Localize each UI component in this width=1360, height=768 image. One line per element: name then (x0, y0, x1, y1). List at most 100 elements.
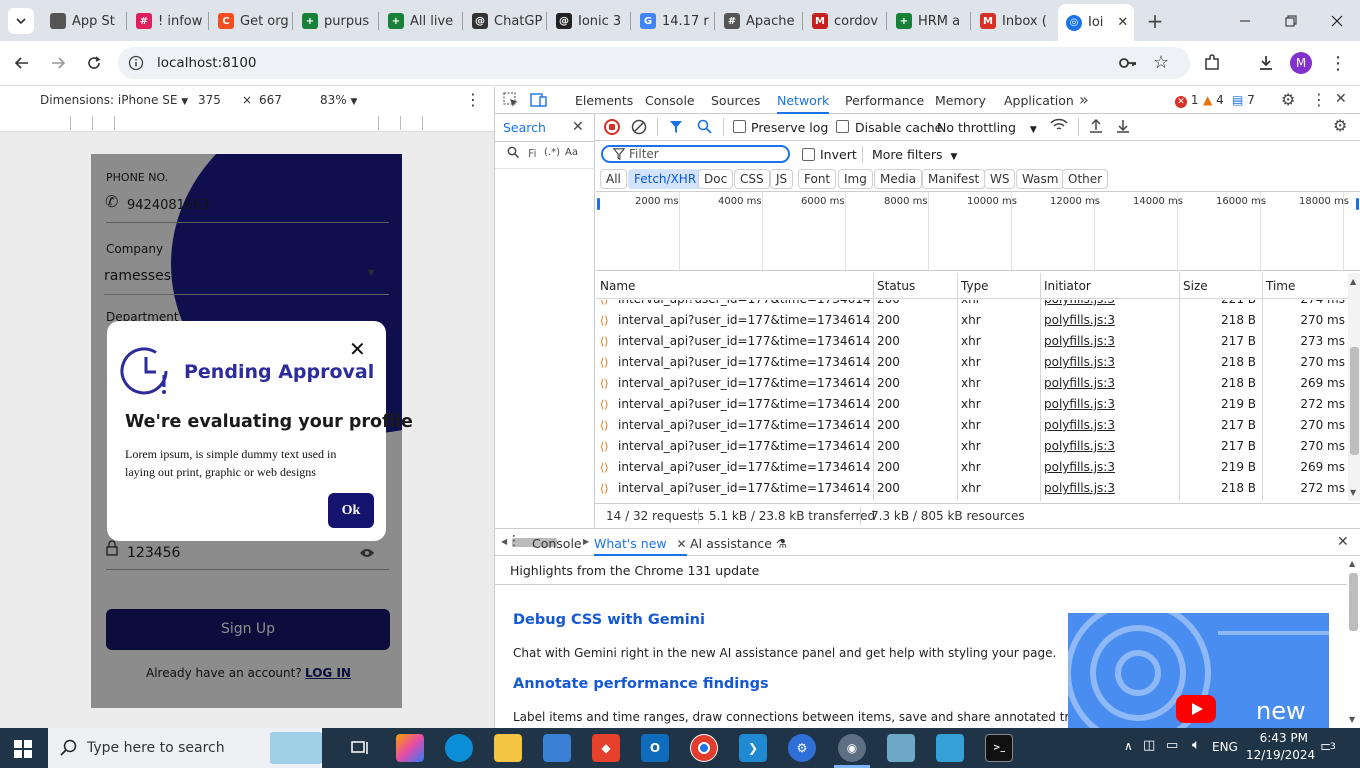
devtools-tab-memory[interactable]: Memory (935, 87, 986, 114)
extensions-button[interactable] (1198, 49, 1226, 77)
minimize-button[interactable] (1232, 8, 1258, 34)
match-case-toggle[interactable]: Aa (565, 147, 578, 158)
browser-tab[interactable]: # Apache (716, 6, 798, 36)
network-settings-gear-icon[interactable]: ⚙ (1333, 116, 1347, 135)
table-row[interactable]: ⟨⟩ interval_api?user_id=177&time=17346140… (596, 478, 1351, 499)
dialog-ok-button[interactable]: Ok (328, 493, 374, 528)
column-header-size[interactable]: Size (1183, 273, 1208, 299)
address-bar[interactable]: localhost:8100 ☆ (118, 47, 1190, 79)
cell-initiator[interactable]: polyfills.js:3 (1044, 373, 1115, 394)
remote-desktop-icon[interactable] (936, 734, 964, 762)
device-dimensions-select[interactable]: Dimensions: iPhone SE ▼ (40, 93, 188, 107)
table-row[interactable]: ⟨⟩ interval_api?user_id=177&time=17346140… (596, 415, 1351, 436)
column-header-status[interactable]: Status (877, 273, 915, 299)
table-row[interactable]: ⟨⟩ interval_api?user_id=177&time=17346140… (596, 300, 1351, 310)
browser-tab[interactable]: Mcordov (804, 6, 886, 36)
bookmark-star-icon[interactable]: ☆ (1153, 52, 1169, 73)
message-count[interactable]: ▤ 7 (1232, 93, 1255, 107)
device-toggle-icon[interactable] (530, 92, 548, 111)
whats-new-video-thumbnail[interactable]: new (1068, 613, 1329, 729)
browser-tab[interactable]: + purpus (294, 6, 376, 36)
search-network-icon[interactable] (697, 119, 712, 137)
password-key-icon[interactable] (1118, 54, 1138, 76)
type-filter-js[interactable]: JS (770, 169, 794, 189)
browser-tab[interactable]: @ ChatGP (464, 6, 546, 36)
cell-initiator[interactable]: polyfills.js:3 (1044, 352, 1115, 373)
network-conditions-icon[interactable] (1050, 117, 1068, 137)
restore-button[interactable] (1278, 8, 1304, 34)
drawer-menu-icon[interactable]: ⋮ (507, 533, 521, 549)
type-filter-manifest[interactable]: Manifest (922, 169, 986, 189)
cell-initiator[interactable]: polyfills.js:3 (1044, 300, 1115, 310)
column-header-time[interactable]: Time (1266, 273, 1295, 299)
devtools-menu-icon[interactable]: ⋮ (1311, 90, 1327, 109)
chrome-icon[interactable] (690, 734, 718, 762)
table-row[interactable]: ⟨⟩ interval_api?user_id=177&time=17346140… (596, 331, 1351, 352)
table-scrollbar[interactable]: ▲ ▼ (1348, 273, 1360, 501)
devtools-tab-application[interactable]: Application (1004, 87, 1074, 114)
type-filter-other[interactable]: Other (1062, 169, 1109, 189)
more-tabs-button[interactable]: » (1079, 90, 1089, 109)
timeline-handle-right[interactable] (1356, 198, 1359, 210)
network-icon[interactable]: ▭ (1166, 738, 1178, 753)
devtools-tab-console[interactable]: Console (645, 87, 695, 114)
cell-name[interactable]: interval_api?user_id=177&time=1734614029… (618, 415, 870, 436)
filter-funnel-icon[interactable] (669, 120, 683, 137)
devtools-tab-elements[interactable]: Elements (575, 87, 633, 114)
devtools-tab-network[interactable]: Network (777, 87, 830, 114)
cell-name[interactable]: interval_api?user_id=177&time=1734614027… (618, 394, 870, 415)
forward-button[interactable] (44, 49, 72, 77)
close-window-button[interactable] (1324, 8, 1350, 34)
column-header-initiator[interactable]: Initiator (1044, 273, 1091, 299)
search-tab[interactable]: Search (503, 120, 546, 135)
regex-toggle[interactable]: (.*) (544, 147, 560, 158)
cell-name[interactable]: interval_api?user_id=177&time=1734614021… (618, 331, 870, 352)
outlook-icon[interactable]: O (641, 734, 669, 762)
cell-name[interactable]: interval_api?user_id=177&time=1734614023… (618, 352, 870, 373)
taskbar-search-box[interactable]: Type here to search (48, 728, 322, 768)
cell-name[interactable]: interval_api?user_id=177&time=1734614025… (618, 373, 870, 394)
column-header-type[interactable]: Type (961, 273, 989, 299)
notes-app-icon[interactable] (887, 734, 915, 762)
cell-name[interactable]: interval_api?user_id=177&time=1734614031… (618, 436, 870, 457)
browser-tab[interactable]: M Inbox ( (972, 6, 1054, 36)
table-row[interactable]: ⟨⟩ interval_api?user_id=177&time=17346140… (596, 352, 1351, 373)
type-filter-all[interactable]: All (600, 169, 627, 189)
zoom-select[interactable]: 83% ▼ (320, 93, 357, 107)
vscode-icon[interactable]: ❯ (739, 734, 767, 762)
clock-time[interactable]: 6:43 PM (1254, 731, 1308, 745)
disable-cache-checkbox[interactable] (836, 120, 849, 133)
import-har-icon[interactable] (1088, 118, 1104, 137)
device-height-input[interactable]: 667 (259, 93, 282, 107)
browser-menu-button[interactable]: ⋮ (1326, 49, 1350, 77)
cell-initiator[interactable]: polyfills.js:3 (1044, 415, 1115, 436)
git-tool-icon[interactable]: ◆ (592, 734, 620, 762)
type-filter-img[interactable]: Img (838, 169, 873, 189)
cell-initiator[interactable]: polyfills.js:3 (1044, 310, 1115, 331)
close-devtools-icon[interactable]: ✕ (1335, 91, 1347, 107)
show-hidden-icons[interactable]: ∧ (1124, 739, 1133, 753)
cell-initiator[interactable]: polyfills.js:3 (1044, 478, 1115, 499)
table-row[interactable]: ⟨⟩ interval_api?user_id=177&time=17346140… (596, 394, 1351, 415)
edge-icon[interactable] (445, 734, 473, 762)
url-text[interactable]: localhost:8100 (157, 55, 257, 71)
windows-start-button[interactable] (14, 740, 32, 761)
settings-gear-icon[interactable]: ⚙ (1281, 90, 1295, 109)
browser-tab[interactable]: @ Ionic 3 (548, 6, 630, 36)
table-row[interactable]: ⟨⟩ interval_api?user_id=177&time=17346140… (596, 373, 1351, 394)
type-filter-doc[interactable]: Doc (698, 169, 734, 189)
notification-center[interactable]: ▭ 3 (1320, 736, 1336, 755)
browser-tab[interactable]: G 14.17 r (632, 6, 714, 36)
table-row[interactable]: ⟨⟩ interval_api?user_id=177&time=17346140… (596, 457, 1351, 478)
feature2-title[interactable]: Annotate performance findings (513, 676, 769, 692)
close-tab-icon[interactable]: ✕ (676, 537, 686, 551)
tab-search-button[interactable] (8, 8, 34, 34)
clock-date[interactable]: 12/19/2024 (1246, 748, 1315, 762)
type-filter-media[interactable]: Media (874, 169, 923, 189)
invert-checkbox[interactable] (802, 148, 815, 161)
drawer-tab-console[interactable]: Console (532, 536, 582, 551)
downloads-button[interactable] (1252, 49, 1280, 77)
language-indicator[interactable]: ENG (1212, 740, 1238, 754)
table-row[interactable]: ⟨⟩ interval_api?user_id=177&time=17346140… (596, 436, 1351, 457)
profile-avatar[interactable]: M (1290, 52, 1312, 74)
